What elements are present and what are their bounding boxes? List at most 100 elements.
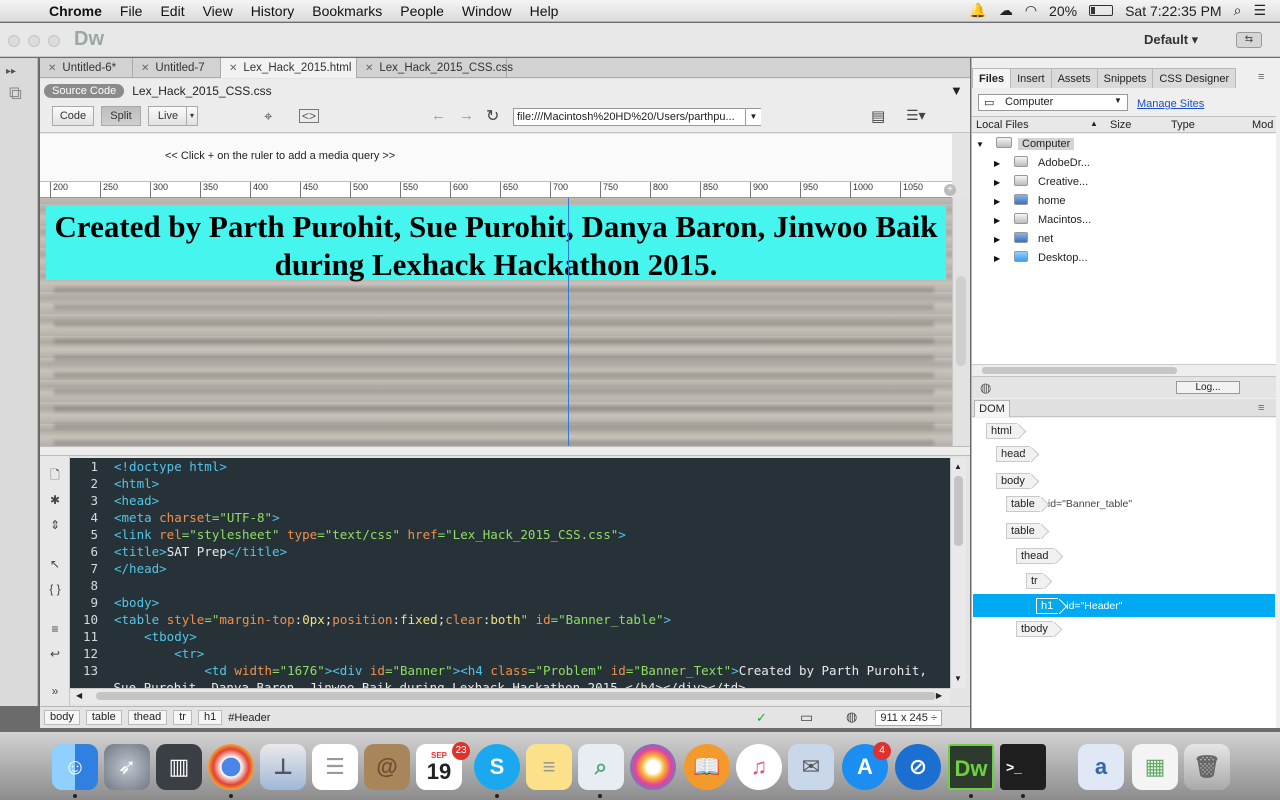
- tree-node[interactable]: ▶ net: [994, 231, 1053, 247]
- scroll-thumb[interactable]: [956, 276, 966, 366]
- tab-untitled-6[interactable]: ✕ Untitled-6*: [40, 58, 133, 78]
- menu-view[interactable]: View: [194, 3, 242, 19]
- sort-ascending-icon[interactable]: ▲: [1090, 119, 1098, 128]
- line-numbers-icon[interactable]: ≡: [48, 622, 62, 636]
- scroll-up-icon[interactable]: ▲: [954, 462, 962, 471]
- clock[interactable]: Sat 7:22:35 PM: [1125, 3, 1222, 19]
- layout-options-icon[interactable]: ▤: [871, 107, 885, 125]
- expanded-arrow-icon[interactable]: ▼: [976, 137, 986, 153]
- close-tab-icon[interactable]: ✕: [48, 63, 56, 74]
- balance-braces-icon[interactable]: { }: [48, 582, 62, 596]
- refresh-icon[interactable]: ↻: [486, 106, 499, 126]
- creative-cloud-icon[interactable]: ☁: [999, 2, 1013, 19]
- col-type[interactable]: Type: [1171, 119, 1195, 131]
- banner-heading[interactable]: Created by Parth Purohit, Sue Purohit, D…: [46, 206, 946, 282]
- menu-help[interactable]: Help: [521, 3, 568, 19]
- tree-node[interactable]: ▶ Creative...: [994, 174, 1088, 190]
- tree-node[interactable]: ▶ home: [994, 193, 1066, 209]
- dom-node-table[interactable]: table: [1006, 523, 1048, 539]
- address-dropdown-icon[interactable]: ▼: [745, 109, 761, 125]
- col-size[interactable]: Size: [1110, 119, 1131, 131]
- expand-all-icon[interactable]: ⇕: [48, 518, 62, 532]
- code-editor[interactable]: 1 <!doctype html> 2 <html> 3 <head> 4 <meta …: [70, 458, 950, 688]
- tab-insert[interactable]: Insert: [1010, 68, 1052, 88]
- browser-preview-icon[interactable]: ◍: [846, 709, 857, 725]
- split-divider[interactable]: [40, 446, 970, 456]
- inspect-target-icon[interactable]: ⌖: [264, 108, 272, 125]
- tab-assets[interactable]: Assets: [1050, 68, 1098, 88]
- collapse-tag-icon[interactable]: ✱: [48, 493, 62, 507]
- keynote-icon[interactable]: ⊥: [260, 744, 306, 790]
- file-tree[interactable]: ▼ Computer ▶ AdobeDr... ▶ Creative... ▶ home…: [972, 134, 1276, 364]
- view-options-icon[interactable]: ☰▾: [906, 107, 926, 124]
- scroll-thumb[interactable]: [954, 476, 963, 546]
- tree-node[interactable]: ▶ Macintos...: [994, 212, 1091, 228]
- tree-node[interactable]: ▶ AdobeDr...: [994, 155, 1090, 171]
- address-field[interactable]: file:///Macintosh%20HD%20/Users/parthpu.…: [513, 108, 761, 126]
- code-vertical-scrollbar[interactable]: ▲ ▼: [950, 458, 966, 688]
- spotlight-search-icon[interactable]: ⌕: [1234, 2, 1242, 19]
- photo-booth-icon[interactable]: ▥: [156, 744, 202, 790]
- collapsed-arrow-icon[interactable]: ▶: [994, 175, 1004, 191]
- scroll-left-icon[interactable]: ◀: [76, 691, 82, 700]
- dom-node-html[interactable]: html: [986, 423, 1025, 439]
- tag-crumb-table[interactable]: table: [85, 710, 122, 725]
- mail-stamp-icon[interactable]: ✉: [788, 744, 834, 790]
- media-query-bar[interactable]: << Click + on the ruler to add a media q…: [40, 134, 952, 182]
- spreadsheet-doc-icon[interactable]: ▦: [1132, 744, 1178, 790]
- dom-node-tr[interactable]: tr: [1026, 573, 1051, 589]
- scroll-right-icon[interactable]: ▶: [936, 691, 942, 700]
- battery-icon[interactable]: [1089, 5, 1114, 16]
- forward-arrow-icon[interactable]: →: [459, 107, 474, 124]
- manage-sites-link[interactable]: Manage Sites: [1137, 98, 1204, 110]
- close-window-button[interactable]: [8, 35, 20, 47]
- code-navigator-icon[interactable]: <>: [299, 109, 320, 123]
- close-tab-icon[interactable]: ✕: [141, 63, 149, 74]
- word-wrap-icon[interactable]: ↩: [48, 647, 62, 661]
- tab-lex-hack-css[interactable]: ✕ Lex_Hack_2015_CSS.css: [357, 58, 513, 78]
- filter-icon[interactable]: ▼: [950, 83, 963, 98]
- preview-icon[interactable]: ⌕: [578, 744, 624, 790]
- design-scrollbar[interactable]: [952, 198, 970, 446]
- open-documents-icon[interactable]: 🗋: [48, 468, 62, 482]
- insert-panel-icon[interactable]: ⧉: [9, 83, 22, 104]
- tab-dom[interactable]: DOM: [974, 400, 1010, 417]
- live-dropdown-icon[interactable]: ▾: [186, 106, 198, 126]
- live-view-button[interactable]: Live: [148, 106, 188, 126]
- site-dropdown[interactable]: Computer: [978, 94, 1128, 111]
- safari-icon[interactable]: ⊘: [895, 744, 941, 790]
- launchpad-icon[interactable]: ➶: [104, 744, 150, 790]
- tree-node-computer[interactable]: ▼ Computer: [976, 136, 1075, 153]
- menu-chrome[interactable]: Chrome: [40, 3, 111, 19]
- scroll-thumb[interactable]: [982, 367, 1177, 374]
- menu-edit[interactable]: Edit: [151, 3, 193, 19]
- device-preview-icon[interactable]: ▭: [800, 709, 813, 726]
- collapsed-arrow-icon[interactable]: ▶: [994, 213, 1004, 229]
- terminal-icon[interactable]: >_: [1000, 744, 1046, 790]
- current-element-id[interactable]: #Header: [228, 712, 270, 724]
- zoom-window-button[interactable]: [48, 35, 60, 47]
- source-code-button[interactable]: Source Code: [44, 84, 125, 98]
- dom-tree[interactable]: [972, 418, 1276, 728]
- chrome-icon[interactable]: [208, 744, 254, 790]
- collapsed-arrow-icon[interactable]: ▶: [994, 251, 1004, 267]
- dom-node-tbody[interactable]: tbody: [1016, 621, 1061, 637]
- reminders-icon[interactable]: ☰: [312, 744, 358, 790]
- scroll-down-icon[interactable]: ▼: [954, 674, 962, 683]
- tab-lex-hack-html[interactable]: ✕ Lex_Hack_2015.html: [221, 58, 357, 78]
- close-tab-icon[interactable]: ✕: [365, 63, 373, 74]
- trash-icon[interactable]: 🗑: [1184, 744, 1230, 790]
- ruler-guide-line[interactable]: [568, 198, 569, 446]
- tag-crumb-body[interactable]: body: [44, 710, 80, 725]
- tree-node[interactable]: ▶ Desktop...: [994, 250, 1088, 266]
- back-arrow-icon[interactable]: ←: [431, 107, 446, 124]
- collapsed-arrow-icon[interactable]: ▶: [994, 156, 1004, 172]
- contacts-icon[interactable]: @: [364, 744, 410, 790]
- tag-crumb-thead[interactable]: thead: [127, 710, 168, 725]
- notes-icon[interactable]: ≡: [526, 744, 572, 790]
- validation-ok-icon[interactable]: ✓: [756, 710, 767, 726]
- code-horizontal-scrollbar[interactable]: ◀ ▶: [70, 688, 950, 704]
- dom-node-h1[interactable]: h1 id="Header": [1036, 598, 1122, 614]
- collapse-arrows-icon[interactable]: ▸▸: [6, 66, 16, 77]
- tab-files[interactable]: Files: [972, 68, 1012, 88]
